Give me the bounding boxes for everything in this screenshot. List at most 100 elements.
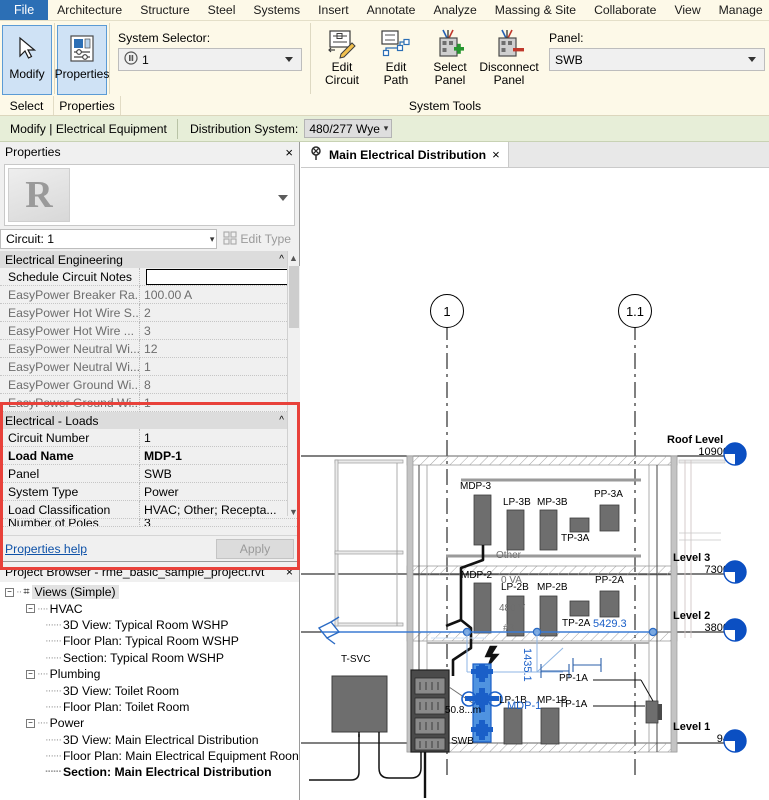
property-row-load-name[interactable]: Load Name MDP-1 bbox=[0, 447, 299, 465]
tag-mdp-3[interactable]: MDP-3 bbox=[460, 481, 491, 492]
property-row-ground-wire-count[interactable]: EasyPower Ground Wi... 1 bbox=[0, 394, 299, 412]
tree-node-hvac-3d-view[interactable]: ······ 3D View: Typical Room WSHP bbox=[3, 617, 299, 633]
menu-tab-steel[interactable]: Steel bbox=[199, 0, 245, 20]
property-row-hot-wire-size[interactable]: EasyPower Hot Wire S... 2 bbox=[0, 304, 299, 322]
tag-swb[interactable]: SWB bbox=[451, 736, 474, 747]
annotation-load-va[interactable]: 0 VA bbox=[501, 575, 522, 586]
menu-tab-architecture[interactable]: Architecture bbox=[48, 0, 131, 20]
property-row-hot-wire-count[interactable]: EasyPower Hot Wire ... 3 bbox=[0, 322, 299, 340]
tree-node-power[interactable]: − ···· Power bbox=[3, 715, 299, 731]
menu-tab-collaborate[interactable]: Collaborate bbox=[585, 0, 665, 20]
panel-selector-dropdown[interactable]: SWB bbox=[549, 48, 765, 71]
annotation-voltage[interactable]: 480 V bbox=[499, 603, 525, 614]
grid-bubble-1[interactable]: 1 bbox=[430, 294, 464, 328]
tree-node-hvac[interactable]: − ···· HVAC bbox=[3, 600, 299, 616]
distribution-system-dropdown[interactable]: 480/277 Wye ▾ bbox=[304, 119, 392, 138]
property-value-cell-schedule-circuit-notes[interactable] bbox=[140, 268, 299, 286]
tag-tp-1a[interactable]: TP-1A bbox=[559, 699, 587, 710]
scrollbar-thumb[interactable] bbox=[289, 266, 299, 328]
level-head-3[interactable]: Level 3 7300 bbox=[673, 552, 729, 576]
scrollbar-track[interactable] bbox=[288, 266, 300, 505]
tag-mp-3b[interactable]: MP-3B bbox=[537, 497, 568, 508]
property-row-circuit-number[interactable]: Circuit Number 1 bbox=[0, 429, 299, 447]
tree-node-hvac-floor-plan[interactable]: ······ Floor Plan: Typical Room WSHP bbox=[3, 633, 299, 649]
annotation-circuit-group[interactable]: Other bbox=[496, 550, 521, 561]
level-head-2[interactable]: Level 2 3800 bbox=[673, 610, 729, 634]
annotation-wire-length[interactable]: 5429.3 bbox=[593, 618, 627, 630]
menu-tab-analyze[interactable]: Analyze bbox=[424, 0, 485, 20]
scroll-up-icon[interactable]: ▲ bbox=[288, 251, 299, 264]
select-panel-button[interactable]: Select Panel bbox=[424, 24, 476, 96]
tag-lp-3b[interactable]: LP-3B bbox=[503, 497, 531, 508]
disconnect-panel-button[interactable]: Disconnect Panel bbox=[478, 24, 540, 96]
property-group-electrical-engineering[interactable]: Electrical Engineering ^ bbox=[0, 251, 288, 268]
tree-node-hvac-section[interactable]: ······ Section: Typical Room WSHP bbox=[3, 650, 299, 666]
tree-node-power-section-active[interactable]: ······ Section: Main Electrical Distribu… bbox=[3, 764, 299, 780]
property-row-breaker-rating[interactable]: EasyPower Breaker Ra... 100.00 A bbox=[0, 286, 299, 304]
property-row-load-classification[interactable]: Load Classification HVAC; Other; Recepta… bbox=[0, 501, 299, 519]
property-row-number-of-poles[interactable]: Number of Poles 3 bbox=[0, 519, 299, 527]
annotation-selected-tag[interactable]: MDP-1 bbox=[507, 700, 541, 712]
menu-tab-systems[interactable]: Systems bbox=[244, 0, 309, 20]
type-selector-dropdown[interactable]: Circuit: 1 ▾ bbox=[0, 229, 217, 249]
collapse-caret-icon-1[interactable]: ^ bbox=[279, 254, 284, 265]
annotation-dimension-vertical[interactable]: 1435.1 bbox=[521, 648, 533, 682]
property-row-neutral-wire-size[interactable]: EasyPower Neutral Wi... 12 bbox=[0, 340, 299, 358]
tree-node-power-floor-plan[interactable]: ······ Floor Plan: Main Electrical Equip… bbox=[3, 748, 299, 764]
schedule-circuit-notes-input[interactable] bbox=[146, 269, 297, 285]
properties-button[interactable]: Properties bbox=[57, 25, 107, 95]
modify-button[interactable]: Modify bbox=[2, 25, 52, 95]
annotation-wire-note[interactable]: 50.8...m bbox=[445, 705, 481, 716]
menu-tab-view[interactable]: View bbox=[665, 0, 709, 20]
level-head-1[interactable]: Level 1 94 bbox=[673, 721, 729, 745]
menu-tab-file[interactable]: File bbox=[0, 0, 48, 20]
drawing-canvas[interactable]: 1 1.1 Roof Level 10900 Level 3 7300 Leve… bbox=[301, 168, 769, 800]
tree-node-plumbing-3d-view[interactable]: ······ 3D View: Toilet Room bbox=[3, 682, 299, 698]
close-icon-browser[interactable]: × bbox=[286, 565, 293, 579]
collapse-caret-icon-2[interactable]: ^ bbox=[279, 415, 284, 426]
properties-help-link[interactable]: Properties help bbox=[5, 542, 87, 556]
system-selector-dropdown[interactable]: 1 bbox=[118, 48, 302, 71]
property-row-panel[interactable]: Panel SWB bbox=[0, 465, 299, 483]
tree-node-power-3d-view[interactable]: ······ 3D View: Main Electrical Distribu… bbox=[3, 732, 299, 748]
property-row-neutral-wire-count[interactable]: EasyPower Neutral Wi... 1 bbox=[0, 358, 299, 376]
menu-tab-insert[interactable]: Insert bbox=[309, 0, 357, 20]
expand-toggle-icon-hvac[interactable]: − bbox=[26, 604, 35, 613]
scroll-down-icon[interactable]: ▼ bbox=[288, 505, 299, 518]
tag-pp-1a[interactable]: PP-1A bbox=[559, 673, 588, 684]
tag-mp-2b[interactable]: MP-2B bbox=[537, 582, 568, 593]
close-icon-view-tab[interactable]: × bbox=[492, 147, 500, 162]
level-head-roof[interactable]: Roof Level 10900 bbox=[667, 434, 729, 458]
tree-node-plumbing[interactable]: − ···· Plumbing bbox=[3, 666, 299, 682]
tag-mdp-2[interactable]: MDP-2 bbox=[461, 570, 492, 581]
menu-tab-manage[interactable]: Manage bbox=[710, 0, 769, 20]
chevron-down-icon-type-preview[interactable] bbox=[278, 195, 288, 201]
view-tab-main-electrical-distribution[interactable]: Main Electrical Distribution × bbox=[301, 142, 509, 167]
expand-toggle-icon-plumbing[interactable]: − bbox=[26, 670, 35, 679]
property-row-ground-wire-size[interactable]: EasyPower Ground Wi... 8 bbox=[0, 376, 299, 394]
tag-pp-3a[interactable]: PP-3A bbox=[594, 489, 623, 500]
edit-type-button[interactable]: Edit Type bbox=[217, 231, 295, 248]
edit-circuit-button[interactable]: Edit Circuit bbox=[316, 24, 368, 96]
apply-button[interactable]: Apply bbox=[216, 539, 294, 559]
tree-node-plumbing-floor-plan[interactable]: ······ Floor Plan: Toilet Room bbox=[3, 699, 299, 715]
menu-tab-annotate[interactable]: Annotate bbox=[358, 0, 425, 20]
expand-toggle-icon-power[interactable]: − bbox=[26, 719, 35, 728]
menu-tab-structure[interactable]: Structure bbox=[131, 0, 198, 20]
property-row-system-type[interactable]: System Type Power bbox=[0, 483, 299, 501]
tag-tp-2a[interactable]: TP-2A bbox=[562, 618, 590, 629]
tag-tp-3a[interactable]: TP-3A bbox=[561, 533, 589, 544]
system-selector-value: 1 bbox=[142, 53, 149, 67]
tag-t-svc[interactable]: T-SVC bbox=[341, 654, 370, 665]
properties-scrollbar[interactable]: ▲ ▼ bbox=[287, 251, 299, 516]
property-row-schedule-circuit-notes[interactable]: Schedule Circuit Notes bbox=[0, 268, 299, 286]
expand-toggle-icon-root[interactable]: − bbox=[5, 588, 14, 597]
close-icon[interactable]: × bbox=[285, 145, 293, 160]
grid-bubble-1-1[interactable]: 1.1 bbox=[618, 294, 652, 328]
annotation-wire-size[interactable]: #3 bbox=[503, 623, 514, 634]
property-group-electrical-loads[interactable]: Electrical - Loads ^ bbox=[0, 412, 288, 429]
menu-tab-massing-site[interactable]: Massing & Site bbox=[486, 0, 585, 20]
tag-pp-2a[interactable]: PP-2A bbox=[595, 575, 624, 586]
edit-path-button[interactable]: Edit Path bbox=[370, 24, 422, 96]
tree-node-views-simple[interactable]: − ·· ⌗ Views (Simple) bbox=[3, 584, 299, 600]
